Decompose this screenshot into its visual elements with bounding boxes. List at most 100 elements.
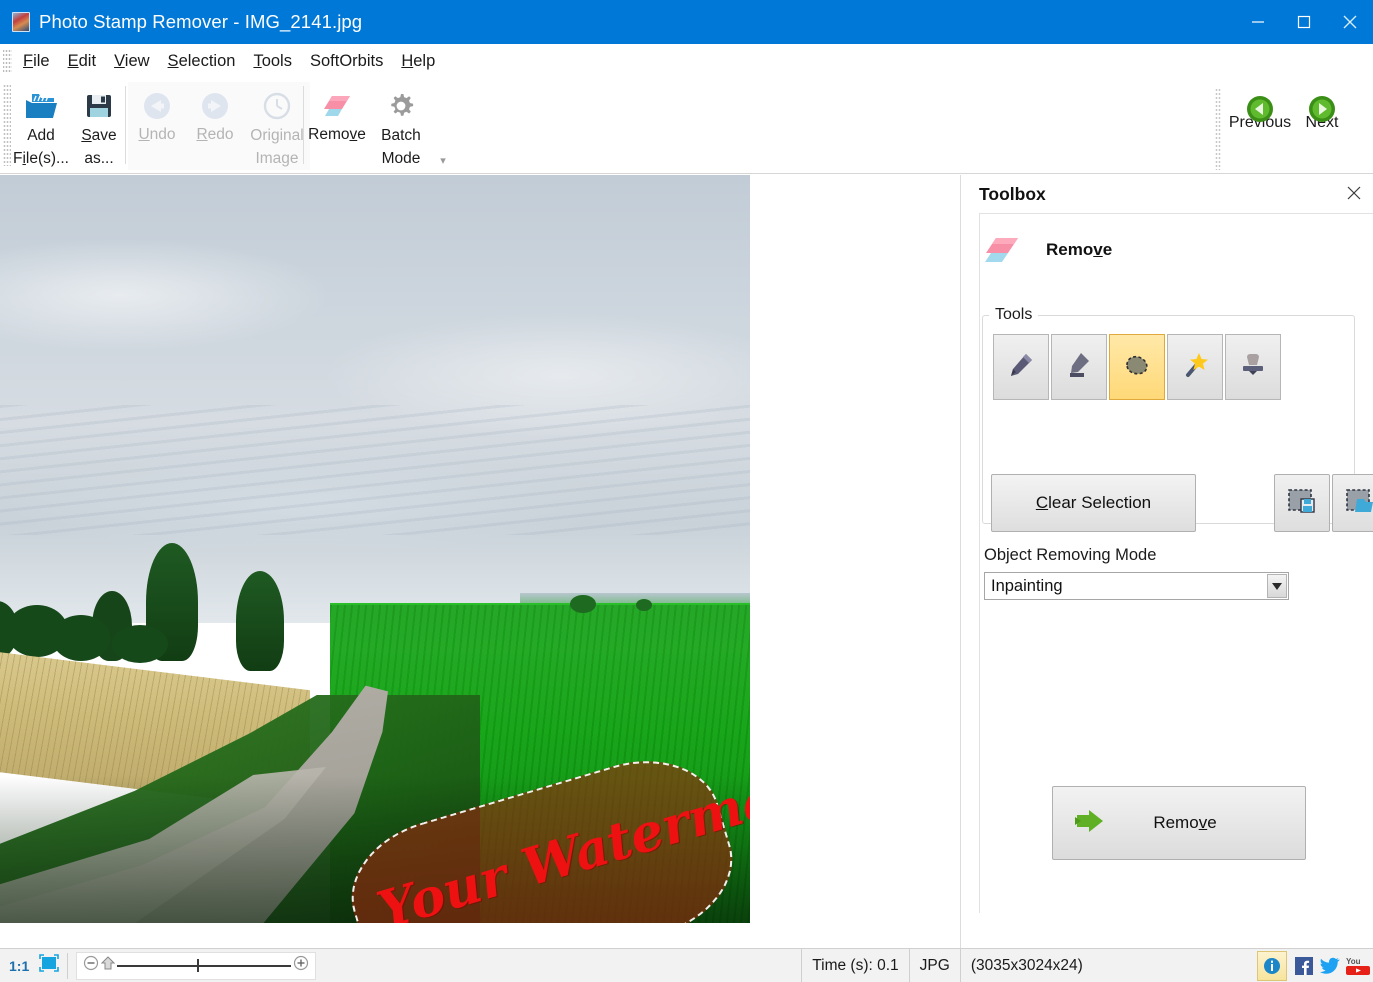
ribbon-group-file: Add File(s)... Save as...	[12, 82, 128, 170]
zoom-slider-track[interactable]	[117, 958, 292, 972]
close-icon[interactable]	[1342, 181, 1366, 205]
remove-ribbon-label: Remove	[308, 126, 366, 143]
menu-selection[interactable]: Selection	[159, 49, 245, 74]
save-selection-button[interactable]	[1274, 474, 1330, 532]
stamp-tool-button[interactable]	[1225, 334, 1281, 400]
load-selection-button[interactable]	[1332, 474, 1373, 532]
menu-file[interactable]: FFileile	[14, 49, 59, 74]
toolbox-header: Toolbox	[961, 175, 1373, 213]
clear-selection-button[interactable]: Clear Selection	[991, 474, 1196, 532]
zoom-actual-icon[interactable]	[101, 955, 116, 976]
facebook-icon[interactable]	[1291, 951, 1317, 981]
toolbox-title: Toolbox	[979, 183, 1046, 204]
menu-tools[interactable]: Tools	[244, 49, 301, 74]
youtube-icon[interactable]: You	[1343, 951, 1373, 981]
photo-image[interactable]: Your Watermark	[0, 175, 750, 923]
distant-bush	[570, 595, 596, 613]
save-selection-icon	[1287, 487, 1317, 520]
image-canvas-area[interactable]: Your Watermark	[0, 175, 960, 948]
ribbon-toolbar: Add File(s)... Save as... Undo Redo Orig…	[0, 78, 1373, 174]
tools-group-label: Tools	[995, 306, 1033, 323]
menu-drag-grip[interactable]	[3, 48, 12, 74]
green-arrow-icon	[1073, 806, 1109, 841]
object-removing-mode-value: Inpainting	[991, 576, 1063, 595]
dimensions-status: (3035x3024x24)	[959, 948, 1115, 982]
status-social-group: You	[1253, 949, 1373, 982]
menu-view[interactable]: View	[105, 49, 158, 74]
undo-button[interactable]: Undo	[128, 82, 186, 170]
menu-bar: FFileile Edit View Selection Tools SoftO…	[0, 44, 1373, 78]
save-as-label: Save as...	[81, 127, 117, 167]
object-removing-mode-select[interactable]: Inpainting	[984, 572, 1289, 600]
zoom-slider[interactable]	[76, 951, 317, 980]
chevron-down-icon[interactable]	[1267, 574, 1287, 598]
app-photo-icon	[12, 12, 30, 32]
ribbon-separator-1	[125, 86, 126, 164]
menu-edit[interactable]: Edit	[59, 49, 105, 74]
add-files-button[interactable]: Add File(s)...	[12, 82, 70, 170]
zoom-out-icon[interactable]	[83, 955, 99, 976]
format-status: JPG	[908, 948, 960, 982]
remove-ribbon-button[interactable]: Remove	[306, 82, 368, 170]
batch-mode-label: Batch Mode	[381, 127, 421, 167]
next-green-arrow-icon	[1307, 94, 1337, 129]
pencil-tool-button[interactable]	[993, 334, 1049, 400]
clock-history-icon	[262, 88, 292, 123]
floppy-save-icon	[84, 88, 114, 123]
eraser-icon	[320, 88, 354, 124]
fit-to-screen-icon[interactable]	[39, 954, 60, 977]
svg-text:You: You	[1346, 957, 1361, 966]
original-image-label: Original Image	[250, 127, 304, 167]
ribbon-group-history: Undo Redo Original Image	[128, 82, 310, 170]
remove-action-button[interactable]: Remove	[1052, 786, 1306, 860]
close-icon[interactable]	[1327, 0, 1373, 44]
distant-bush-2	[636, 599, 652, 611]
previous-button[interactable]: Previous	[1229, 82, 1291, 170]
maximize-icon[interactable]	[1281, 0, 1327, 44]
title-bar: Photo Stamp Remover - IMG_2141.jpg	[0, 0, 1373, 44]
time-status: Time (s): 0.1	[801, 948, 908, 982]
minimize-icon[interactable]	[1235, 0, 1281, 44]
toolbox-mode-label: Remove	[1046, 240, 1113, 259]
zoom-ratio-label: 1:1	[9, 957, 30, 974]
status-divider-1	[67, 952, 69, 979]
status-bar: 1:1 Time (s): 0.1 JPG (3035x3024x24) You	[0, 948, 1373, 982]
ribbon-group-actions: Remove Batch Mode	[306, 82, 434, 170]
undo-arrow-icon	[142, 88, 172, 124]
zoom-slider-thumb[interactable]	[197, 958, 200, 972]
ribbon-drag-grip[interactable]	[3, 84, 11, 166]
object-removing-mode-label: Object Removing Mode	[984, 546, 1157, 564]
twitter-icon[interactable]	[1317, 951, 1343, 981]
menu-help[interactable]: Help	[392, 49, 444, 74]
eraser-icon	[980, 230, 1024, 270]
batch-mode-button[interactable]: Batch Mode	[368, 82, 434, 170]
tree-line	[0, 543, 326, 671]
magic-wand-tool-button[interactable]	[1167, 334, 1223, 400]
navigation-drag-grip[interactable]	[1215, 88, 1221, 170]
redo-button[interactable]: Redo	[186, 82, 244, 170]
next-button[interactable]: Next	[1291, 82, 1353, 170]
original-image-button[interactable]: Original Image	[244, 82, 310, 170]
marker-tool-button[interactable]	[1051, 334, 1107, 400]
clear-selection-label: Clear Selection	[1035, 493, 1152, 512]
free-form-select-tool-button[interactable]	[1109, 334, 1165, 400]
redo-label: Redo	[196, 126, 234, 143]
add-files-label: Add File(s)...	[13, 127, 69, 167]
menu-softorbits[interactable]: SoftOrbits	[301, 49, 392, 74]
pencil-icon	[1007, 351, 1035, 384]
tools-row	[993, 334, 1283, 400]
previous-green-arrow-icon	[1245, 94, 1275, 129]
marker-icon	[1065, 351, 1093, 384]
save-as-button[interactable]: Save as...	[70, 82, 128, 170]
toolbox-mode-row: Remove	[980, 230, 1112, 270]
ribbon-group-navigation: Previous Next	[1215, 82, 1353, 170]
info-icon[interactable]	[1257, 950, 1287, 981]
load-selection-icon	[1345, 487, 1373, 520]
window-controls	[1235, 0, 1373, 44]
watermark-selection[interactable]: Your Watermark	[334, 740, 750, 923]
zoom-in-icon[interactable]	[293, 955, 309, 976]
gear-icon	[386, 88, 416, 123]
tools-group: Tools Clear Selection	[982, 306, 1373, 532]
chevron-down-icon[interactable]: ▾	[436, 156, 450, 170]
toolbox-body: Remove Tools Clear Selection Object Remo…	[979, 213, 1373, 913]
